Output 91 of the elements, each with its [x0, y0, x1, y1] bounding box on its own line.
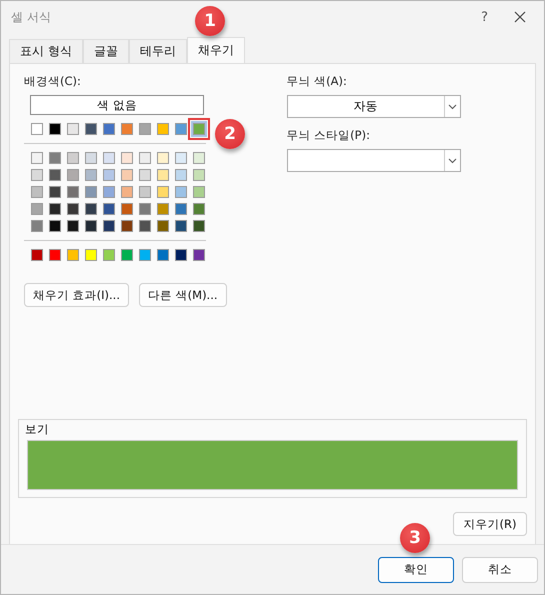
color-swatch[interactable]	[49, 203, 61, 215]
color-swatch[interactable]	[103, 249, 115, 261]
color-swatch[interactable]	[175, 152, 187, 164]
clear-button[interactable]: 지우기(R)	[453, 512, 527, 536]
more-colors-button[interactable]: 다른 색(M)...	[139, 283, 227, 307]
color-swatch[interactable]	[121, 203, 133, 215]
color-swatch[interactable]	[193, 220, 205, 232]
color-swatch[interactable]	[31, 249, 43, 261]
color-swatch[interactable]	[193, 152, 205, 164]
color-swatch[interactable]	[67, 203, 79, 215]
color-swatch[interactable]	[139, 203, 151, 215]
color-swatch[interactable]	[31, 169, 43, 181]
color-swatch[interactable]	[49, 249, 61, 261]
color-swatch[interactable]	[85, 186, 97, 198]
color-swatch[interactable]	[31, 152, 43, 164]
color-swatch[interactable]	[175, 169, 187, 181]
color-swatch[interactable]	[193, 186, 205, 198]
chevron-down-icon	[448, 158, 457, 164]
color-swatch[interactable]	[103, 152, 115, 164]
color-swatch[interactable]	[103, 186, 115, 198]
color-swatch[interactable]	[139, 123, 151, 135]
color-swatch[interactable]	[157, 152, 169, 164]
color-swatch[interactable]	[31, 123, 43, 135]
background-color-label: 배경색(C):	[24, 74, 82, 89]
color-swatch[interactable]	[85, 249, 97, 261]
step-callout: 1	[195, 6, 225, 36]
fill-effects-button[interactable]: 채우기 효과(I)...	[24, 283, 129, 307]
color-swatch[interactable]	[193, 169, 205, 181]
color-swatch[interactable]	[49, 169, 61, 181]
color-swatch[interactable]	[139, 186, 151, 198]
color-swatch[interactable]	[103, 220, 115, 232]
color-swatch[interactable]	[139, 220, 151, 232]
ok-button[interactable]: 확인	[378, 556, 454, 582]
color-swatch[interactable]	[157, 186, 169, 198]
color-swatch[interactable]	[157, 169, 169, 181]
window-title: 셀 서식	[11, 8, 51, 26]
color-swatch[interactable]	[31, 186, 43, 198]
close-icon[interactable]	[514, 11, 526, 23]
color-swatch[interactable]	[49, 186, 61, 198]
help-button[interactable]: ?	[481, 10, 488, 24]
color-swatch[interactable]	[85, 220, 97, 232]
color-swatch[interactable]	[67, 123, 79, 135]
color-swatch[interactable]	[31, 220, 43, 232]
color-swatch[interactable]	[175, 249, 187, 261]
no-color-button[interactable]: 색 없음	[30, 95, 204, 115]
color-swatch[interactable]	[157, 220, 169, 232]
color-swatch[interactable]	[139, 169, 151, 181]
color-swatch[interactable]	[121, 123, 133, 135]
color-swatch[interactable]	[157, 249, 169, 261]
color-swatch[interactable]	[67, 169, 79, 181]
chevron-down-icon	[448, 104, 457, 110]
color-swatch[interactable]	[121, 220, 133, 232]
cancel-button[interactable]: 취소	[462, 556, 538, 582]
tab[interactable]: 테두리	[128, 39, 187, 63]
color-swatch[interactable]	[103, 123, 115, 135]
color-swatch[interactable]	[175, 123, 187, 135]
color-swatch[interactable]	[121, 169, 133, 181]
color-swatch[interactable]	[67, 186, 79, 198]
color-swatch[interactable]	[49, 123, 61, 135]
color-swatch[interactable]	[103, 203, 115, 215]
color-swatch[interactable]	[175, 203, 187, 215]
color-swatch[interactable]	[175, 186, 187, 198]
color-swatch[interactable]	[67, 249, 79, 261]
color-swatch[interactable]	[139, 249, 151, 261]
color-swatch[interactable]	[85, 169, 97, 181]
color-swatch[interactable]	[85, 203, 97, 215]
color-swatch[interactable]	[157, 123, 169, 135]
color-swatch[interactable]	[67, 152, 79, 164]
pattern-color-dropdown[interactable]: 자동	[286, 95, 461, 118]
color-swatch[interactable]	[175, 220, 187, 232]
color-swatch[interactable]	[139, 152, 151, 164]
pattern-style-label: 무늬 스타일(P):	[286, 128, 371, 143]
tab[interactable]: 표시 형식	[9, 39, 83, 63]
color-swatch[interactable]	[121, 186, 133, 198]
tab[interactable]: 글꼴	[82, 39, 129, 63]
color-swatch[interactable]	[121, 152, 133, 164]
color-swatch[interactable]	[103, 169, 115, 181]
color-swatch[interactable]	[31, 203, 43, 215]
color-swatch[interactable]	[85, 152, 97, 164]
color-swatch[interactable]	[49, 220, 61, 232]
color-swatch[interactable]	[193, 249, 205, 261]
preview-label: 보기	[25, 422, 49, 437]
color-swatch[interactable]	[193, 203, 205, 215]
pattern-style-dropdown[interactable]	[286, 149, 461, 172]
color-swatch[interactable]	[49, 152, 61, 164]
color-swatch[interactable]	[121, 249, 133, 261]
tab[interactable]: 채우기	[186, 37, 245, 63]
color-swatch[interactable]	[157, 203, 169, 215]
color-swatch[interactable]	[67, 220, 79, 232]
color-swatch[interactable]	[85, 123, 97, 135]
pattern-color-label: 무늬 색(A):	[286, 74, 348, 89]
